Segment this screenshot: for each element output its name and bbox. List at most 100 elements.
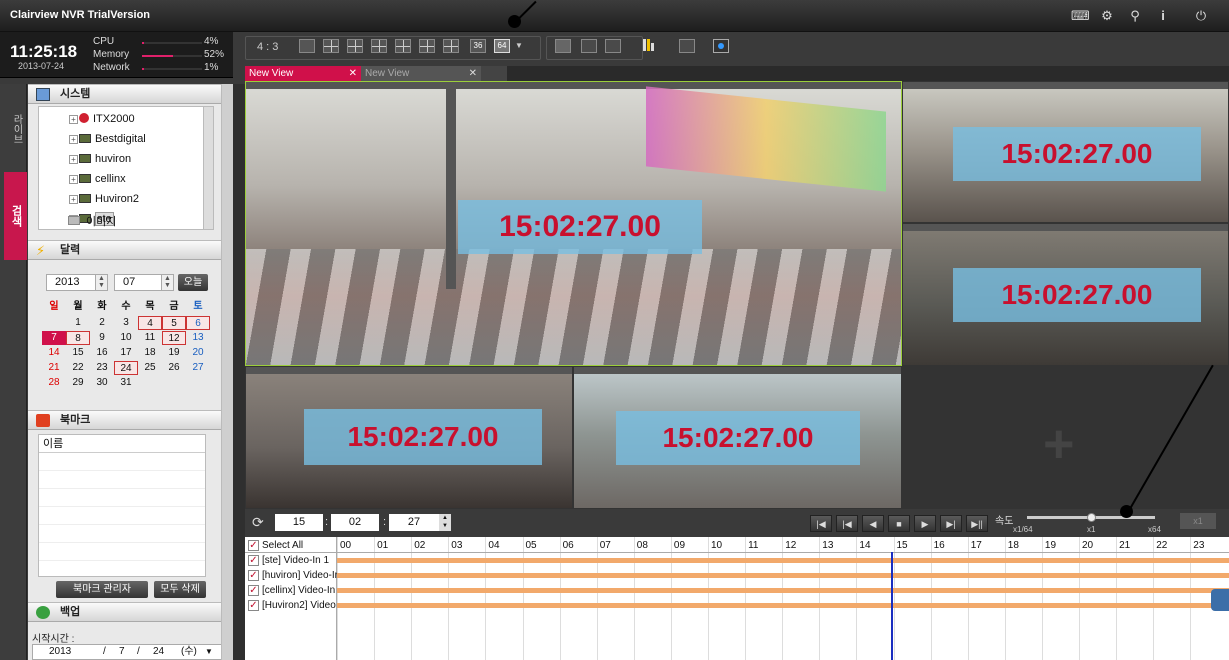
video-cell-5[interactable]: 15:02:27.00 bbox=[573, 366, 902, 509]
backup-panel-header[interactable]: 백업 bbox=[28, 602, 233, 622]
tree-item-image[interactable]: 이미지 bbox=[68, 214, 116, 230]
close-icon[interactable]: ✕ bbox=[349, 66, 357, 81]
checkbox-icon[interactable]: ✓ bbox=[248, 555, 259, 566]
time-spinner-icon[interactable]: ▲ ▼ bbox=[439, 514, 451, 531]
calendar-day[interactable]: 11 bbox=[138, 331, 162, 345]
checkbox-icon[interactable]: ✓ bbox=[248, 540, 259, 551]
calendar-day[interactable]: 6 bbox=[186, 316, 210, 330]
tree-item-huviron[interactable]: huviron bbox=[79, 151, 131, 167]
second-field[interactable]: 27 bbox=[389, 514, 439, 531]
delete-all-button[interactable]: 모두 삭제 bbox=[154, 581, 206, 598]
calendar-day[interactable]: 20 bbox=[186, 346, 210, 360]
calendar-day[interactable]: 9 bbox=[90, 331, 114, 345]
recording-track[interactable] bbox=[337, 573, 1229, 578]
calendar-day[interactable]: 17 bbox=[114, 346, 138, 360]
aspect-ratio-button[interactable]: 4 : 3 bbox=[257, 41, 278, 53]
sequence-icon[interactable] bbox=[605, 39, 621, 53]
left-panel-scrollbar[interactable] bbox=[221, 84, 233, 660]
tree-scrollbar[interactable] bbox=[203, 107, 213, 229]
calendar-day[interactable]: 18 bbox=[138, 346, 162, 360]
bookmark-manager-button[interactable]: 북마크 관리자 bbox=[56, 581, 148, 598]
close-icon[interactable]: ✕ bbox=[469, 66, 477, 81]
month-spinner[interactable]: 07 ▲ ▼ bbox=[114, 274, 174, 291]
channel-row[interactable]: ✓ [Huviron2] Video bbox=[245, 598, 337, 613]
tab-search[interactable]: 검색 bbox=[4, 172, 27, 260]
play-pause-button[interactable]: ▶|| bbox=[966, 515, 988, 532]
start-date-field[interactable]: 2013 / 7 / 24 (수) ▼ bbox=[32, 644, 228, 660]
calendar-day[interactable]: 1 bbox=[66, 316, 90, 330]
calendar-day[interactable]: 10 bbox=[114, 331, 138, 345]
calendar-day[interactable]: 30 bbox=[90, 376, 114, 390]
channel-row[interactable]: ✓ [ste] Video-In 1 bbox=[245, 553, 337, 568]
checkbox-icon[interactable]: ✓ bbox=[248, 585, 259, 596]
calendar-day[interactable]: 5 bbox=[162, 316, 186, 330]
stop-button[interactable]: ■ bbox=[888, 515, 910, 532]
calendar-day[interactable]: 12 bbox=[162, 331, 186, 345]
select-all-row[interactable]: ✓ Select All bbox=[245, 538, 337, 553]
first-frame-button[interactable]: |◀ bbox=[810, 515, 832, 532]
empty-video-slot[interactable]: + bbox=[902, 366, 1229, 509]
channel-row[interactable]: ✓ [huviron] Video-Ir bbox=[245, 568, 337, 583]
today-button[interactable]: 오늘 bbox=[178, 274, 208, 291]
checkbox-icon[interactable]: ✓ bbox=[248, 600, 259, 611]
calendar-day[interactable]: 19 bbox=[162, 346, 186, 360]
system-panel-header[interactable]: 시스템 bbox=[28, 84, 233, 104]
layout-10-icon[interactable] bbox=[395, 39, 411, 53]
layout-16-icon[interactable] bbox=[443, 39, 459, 53]
tree-item-itx2000[interactable]: ITX2000 bbox=[79, 111, 135, 127]
expand-icon[interactable]: + bbox=[69, 115, 78, 124]
layout-1-icon[interactable] bbox=[299, 39, 315, 53]
hour-field[interactable]: 15 bbox=[275, 514, 323, 531]
keyboard-icon[interactable]: ⌨ bbox=[1071, 8, 1090, 24]
bookmark-panel-header[interactable]: 북마크 bbox=[28, 410, 233, 430]
calendar-day[interactable]: 4 bbox=[138, 316, 162, 330]
layout-64-button[interactable]: 64 bbox=[494, 39, 510, 53]
add-camera-icon[interactable]: + bbox=[1043, 413, 1075, 475]
monitor-icon[interactable] bbox=[581, 39, 597, 53]
pip-icon[interactable] bbox=[679, 39, 695, 53]
minute-field[interactable]: 02 bbox=[331, 514, 379, 531]
spin-arrows-icon[interactable]: ▲ ▼ bbox=[95, 275, 107, 290]
side-handle-icon[interactable] bbox=[1211, 589, 1229, 611]
calendar-day[interactable]: 8 bbox=[66, 331, 90, 345]
calendar-day[interactable]: 15 bbox=[66, 346, 90, 360]
tree-item-cellinx[interactable]: cellinx bbox=[79, 171, 126, 187]
expand-icon[interactable]: + bbox=[69, 135, 78, 144]
calendar-day[interactable]: 14 bbox=[42, 346, 66, 360]
expand-icon[interactable]: + bbox=[69, 175, 78, 184]
next-frame-button[interactable]: ▶| bbox=[940, 515, 962, 532]
view-tab[interactable]: New View ✕ bbox=[361, 66, 481, 81]
speed-slider-thumb[interactable] bbox=[1087, 513, 1096, 522]
layout-6-icon[interactable] bbox=[347, 39, 363, 53]
channel-row[interactable]: ✓ [cellinx] Video-In bbox=[245, 583, 337, 598]
calendar-day[interactable]: 2 bbox=[90, 316, 114, 330]
recording-track[interactable] bbox=[337, 603, 1229, 608]
view-tab-active[interactable]: New View ✕ bbox=[245, 66, 361, 81]
calendar-day[interactable]: 29 bbox=[66, 376, 90, 390]
info-icon[interactable]: i bbox=[1155, 8, 1171, 24]
calendar-day[interactable]: 13 bbox=[186, 331, 210, 345]
layout-36-button[interactable]: 36 bbox=[470, 39, 486, 53]
expand-icon[interactable]: + bbox=[69, 155, 78, 164]
play-button[interactable]: ▶ bbox=[914, 515, 936, 532]
calendar-day[interactable]: 25 bbox=[138, 361, 162, 375]
calendar-day[interactable]: 3 bbox=[114, 316, 138, 330]
panel-splitter[interactable] bbox=[233, 84, 245, 660]
expand-icon[interactable]: + bbox=[69, 195, 78, 204]
stats-icon[interactable] bbox=[641, 39, 657, 53]
video-cell-3[interactable]: 15:02:27.00 bbox=[902, 223, 1229, 366]
prev-frame-button[interactable]: |◀ bbox=[836, 515, 858, 532]
video-cell-2[interactable]: 15:02:27.00 bbox=[902, 81, 1229, 223]
snapshot-icon[interactable] bbox=[713, 39, 729, 53]
playhead[interactable] bbox=[891, 552, 893, 660]
layout-9-icon[interactable] bbox=[371, 39, 387, 53]
calendar-day[interactable]: 31 bbox=[114, 376, 138, 390]
add-view-tab[interactable] bbox=[481, 66, 507, 81]
calendar-day[interactable]: 28 bbox=[42, 376, 66, 390]
calendar-day[interactable]: 7 bbox=[42, 331, 66, 345]
layout-13-icon[interactable] bbox=[419, 39, 435, 53]
calendar-day[interactable]: 21 bbox=[42, 361, 66, 375]
recording-track[interactable] bbox=[337, 588, 1229, 593]
year-spinner[interactable]: 2013 ▲ ▼ bbox=[46, 274, 108, 291]
key-icon[interactable]: ⚲ bbox=[1127, 8, 1143, 24]
